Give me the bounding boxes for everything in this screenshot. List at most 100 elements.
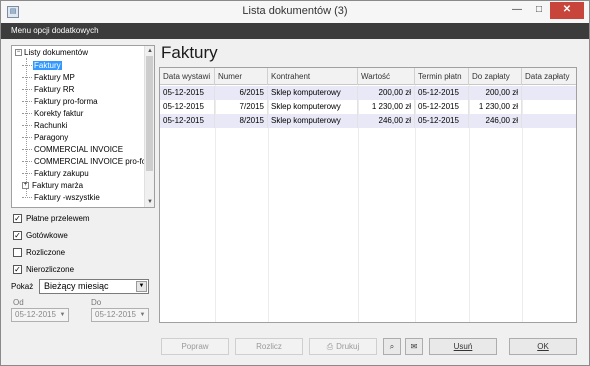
tree-item[interactable]: Faktury MP bbox=[22, 72, 76, 84]
maximize-icon[interactable]: □ bbox=[528, 2, 550, 19]
table-cell: 05-12-2015 bbox=[415, 86, 469, 100]
chevron-down-icon[interactable]: ▼ bbox=[136, 281, 147, 292]
chevron-down-icon: ▼ bbox=[59, 312, 66, 318]
checkbox-label: Płatne przelewem bbox=[26, 214, 90, 223]
tree-item-label: Faktury marża bbox=[32, 181, 84, 190]
column-header[interactable]: Data wystawi bbox=[160, 68, 215, 85]
ok-button[interactable]: OK bbox=[509, 338, 577, 355]
table-cell: 05-12-2015 bbox=[415, 114, 469, 128]
expand-icon[interactable]: + bbox=[22, 182, 29, 190]
menu-options[interactable]: Menu opcji dodatkowych bbox=[11, 26, 99, 35]
minimize-icon[interactable]: — bbox=[506, 2, 528, 19]
tree-item[interactable]: Faktury zakupu bbox=[22, 168, 90, 180]
column-header[interactable]: Do zapłaty bbox=[469, 68, 522, 85]
table-row[interactable]: 05-12-2015 7/2015 Sklep komputerowy 1 230,0… bbox=[160, 100, 576, 114]
popraw-button[interactable]: Popraw bbox=[161, 338, 229, 355]
tree-item-label: Korekty faktur bbox=[34, 109, 84, 118]
drukuj-button[interactable]: ⎙ Drukuj bbox=[309, 338, 377, 355]
close-icon[interactable]: ✕ bbox=[550, 2, 584, 19]
table-cell: Sklep komputerowy bbox=[268, 100, 358, 114]
tree-item-label: COMMERCIAL INVOICE pro-forma bbox=[34, 157, 155, 166]
table-cell: 246,00 zł bbox=[358, 114, 415, 128]
table-cell: Sklep komputerowy bbox=[268, 86, 358, 100]
rozlicz-button[interactable]: Rozlicz bbox=[235, 338, 303, 355]
document-tree[interactable]: − Listy dokumentów Faktury Faktury MP Faktu… bbox=[11, 45, 155, 208]
email-button[interactable]: ✉ bbox=[405, 338, 423, 355]
tree-item[interactable]: Paragony bbox=[22, 132, 69, 144]
column-header[interactable]: Numer bbox=[215, 68, 268, 85]
table-cell: 05-12-2015 bbox=[160, 114, 215, 128]
date-to-field: 05-12-2015 ▼ bbox=[91, 308, 149, 322]
tree-item-label: Rachunki bbox=[34, 121, 68, 130]
date-from-field: 05-12-2015 ▼ bbox=[11, 308, 69, 322]
window: ▤ Lista dokumentów (3) — □ ✕ Menu opcji … bbox=[0, 0, 590, 366]
tree-item-label: Faktury -wszystkie bbox=[34, 193, 100, 202]
table-cell: 1 230,00 zł bbox=[469, 100, 522, 114]
table-cell: 05-12-2015 bbox=[160, 100, 215, 114]
table-row[interactable]: 05-12-2015 8/2015 Sklep komputerowy 246,00 … bbox=[160, 114, 576, 128]
tree-root[interactable]: − Listy dokumentów bbox=[15, 48, 88, 57]
table-cell: 1 230,00 zł bbox=[358, 100, 415, 114]
tree-item-label: Paragony bbox=[34, 133, 69, 142]
window-title: Lista dokumentów (3) bbox=[242, 5, 348, 17]
tree-item[interactable]: Faktury RR bbox=[22, 84, 75, 96]
filter-checkbox[interactable]: ✓ Płatne przelewem bbox=[13, 213, 90, 225]
checkbox-box[interactable]: ✓ bbox=[13, 231, 22, 241]
table-cell: 05-12-2015 bbox=[415, 100, 469, 114]
table-cell: 8/2015 bbox=[215, 114, 268, 128]
scroll-up-icon[interactable]: ▲ bbox=[145, 46, 154, 56]
tree-item[interactable]: Rachunki bbox=[22, 120, 68, 132]
checkbox-label: Gotówkowe bbox=[26, 231, 68, 240]
tree-item-label: Faktury pro-forma bbox=[34, 97, 98, 106]
envelope-icon: ✉ bbox=[410, 342, 418, 351]
column-header[interactable]: Termin płatn bbox=[415, 68, 469, 85]
usun-button[interactable]: Usuń bbox=[429, 338, 497, 355]
printer-icon: ⎙ bbox=[326, 342, 334, 352]
checkbox-label: Nierozliczone bbox=[26, 265, 75, 274]
tree-item[interactable]: COMMERCIAL INVOICE bbox=[22, 144, 124, 156]
tree-item-label: Faktury bbox=[33, 61, 62, 70]
tree-item[interactable]: COMMERCIAL INVOICE pro-forma bbox=[22, 156, 155, 168]
table-cell: Sklep komputerowy bbox=[268, 114, 358, 128]
table-cell bbox=[522, 86, 576, 100]
tree-item[interactable]: Faktury -wszystkie bbox=[22, 192, 101, 204]
filter-checkbox[interactable]: ✓ Gotówkowe bbox=[13, 230, 68, 242]
period-select[interactable]: Bieżący miesiąc ▼ bbox=[39, 279, 149, 294]
search-button[interactable]: ⌕ bbox=[383, 338, 401, 355]
filter-checkbox[interactable]: Rozliczone bbox=[13, 247, 65, 259]
binoculars-icon: ⌕ bbox=[389, 342, 395, 351]
tree-item[interactable]: Korekty faktur bbox=[22, 108, 84, 120]
table-cell: 246,00 zł bbox=[469, 114, 522, 128]
column-header[interactable]: Wartość bbox=[358, 68, 415, 85]
tree-item-label: COMMERCIAL INVOICE bbox=[34, 145, 124, 154]
table-header: Data wystawi Numer Kontrahent Wartość Termin… bbox=[160, 68, 576, 85]
tree-item-label: Faktury MP bbox=[34, 73, 75, 82]
filter-checkbox[interactable]: ✓ Nierozliczone bbox=[13, 264, 74, 276]
table-cell: 7/2015 bbox=[215, 100, 268, 114]
checkbox-box[interactable]: ✓ bbox=[13, 265, 22, 275]
checkbox-box[interactable]: ✓ bbox=[13, 214, 22, 224]
scroll-down-icon[interactable]: ▼ bbox=[145, 197, 154, 207]
menu-bar: Menu opcji dodatkowych bbox=[1, 23, 589, 39]
table-row[interactable]: 05-12-2015 6/2015 Sklep komputerowy 200,00 … bbox=[160, 86, 576, 100]
od-label: Od bbox=[13, 298, 24, 307]
checkbox-label: Rozliczone bbox=[26, 248, 66, 257]
tree-item[interactable]: Faktury bbox=[22, 60, 62, 72]
table-cell bbox=[522, 100, 576, 114]
table-cell: 05-12-2015 bbox=[160, 86, 215, 100]
do-label: Do bbox=[91, 298, 102, 307]
invoice-table[interactable]: Data wystawi Numer Kontrahent Wartość Termin… bbox=[159, 67, 577, 323]
title-bar: ▤ Lista dokumentów (3) — □ ✕ bbox=[1, 1, 589, 23]
scroll-thumb[interactable] bbox=[146, 56, 153, 171]
collapse-icon[interactable]: − bbox=[15, 49, 22, 57]
checkbox-box[interactable] bbox=[13, 248, 22, 258]
period-select-value: Bieżący miesiąc bbox=[44, 281, 109, 291]
tree-item[interactable]: Faktury pro-forma bbox=[22, 96, 99, 108]
tree-item-label: Faktury zakupu bbox=[34, 169, 89, 178]
column-header[interactable]: Data zapłaty bbox=[522, 68, 576, 85]
column-header[interactable]: Kontrahent bbox=[268, 68, 358, 85]
tree-scrollbar[interactable]: ▲ ▼ bbox=[144, 46, 154, 207]
pokaz-label: Pokaż bbox=[11, 282, 34, 291]
chevron-down-icon: ▼ bbox=[139, 312, 146, 318]
tree-item[interactable]: + Faktury marża bbox=[22, 180, 84, 192]
